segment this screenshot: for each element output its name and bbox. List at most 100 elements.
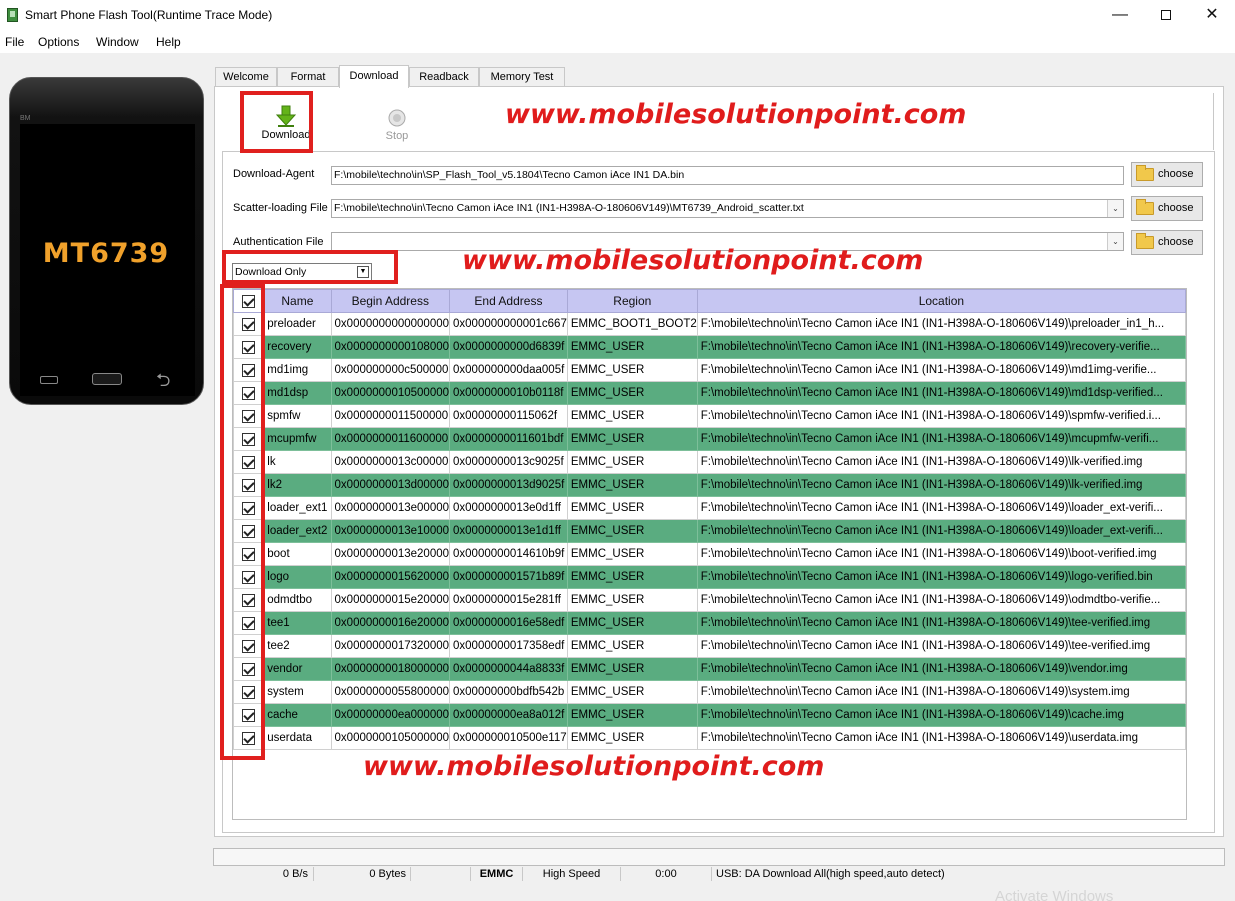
status-bar: 0 B/s 0 Bytes EMMC High Speed 0:00 USB: …	[213, 848, 1225, 881]
row-checkbox[interactable]	[242, 639, 256, 653]
row-checkbox-cell[interactable]	[232, 381, 265, 405]
table-row[interactable]: md1img 0x000000000c500000 0x000000000daa00…	[232, 358, 1187, 382]
table-row[interactable]: recovery 0x0000000000108000 0x0000000000d6…	[232, 335, 1187, 359]
end-address-cell: 0x000000010500e117	[449, 726, 568, 750]
download-mode-select[interactable]: Download Only ▼	[232, 263, 372, 281]
row-checkbox[interactable]	[242, 616, 256, 630]
row-checkbox-cell[interactable]	[232, 542, 265, 566]
row-checkbox[interactable]	[242, 340, 256, 354]
table-row[interactable]: userdata 0x0000000105000000 0x000000010500…	[232, 726, 1187, 750]
menu-window[interactable]: Window	[96, 35, 139, 49]
row-checkbox[interactable]	[242, 432, 256, 446]
begin-address-cell: 0x0000000015e20000	[330, 588, 451, 612]
choose-download-agent-button[interactable]: choose	[1131, 162, 1203, 187]
menu-help[interactable]: Help	[156, 35, 181, 49]
row-checkbox[interactable]	[242, 501, 256, 515]
table-row[interactable]: vendor 0x0000000018000000 0x0000000044a883…	[232, 657, 1187, 681]
row-checkbox-cell[interactable]	[232, 358, 265, 382]
col-location-header[interactable]: Location	[696, 289, 1187, 313]
tab-download[interactable]: Download	[339, 65, 409, 88]
download-button[interactable]: Download	[251, 99, 321, 157]
row-checkbox-cell[interactable]	[232, 496, 265, 520]
row-checkbox[interactable]	[242, 570, 256, 584]
download-agent-field[interactable]: F:\mobile\techno\in\SP_Flash_Tool_v5.180…	[331, 166, 1124, 185]
row-checkbox[interactable]	[242, 593, 256, 607]
table-row[interactable]: cache 0x00000000ea000000 0x00000000ea8a012…	[232, 703, 1187, 727]
row-checkbox-cell[interactable]	[232, 450, 265, 474]
table-row[interactable]: lk2 0x0000000013d00000 0x0000000013d9025f E…	[232, 473, 1187, 497]
close-button[interactable]: ✕	[1189, 0, 1235, 31]
row-checkbox[interactable]	[242, 731, 256, 745]
row-checkbox-cell[interactable]	[232, 611, 265, 635]
table-row[interactable]: spmfw 0x0000000011500000 0x00000000115062f…	[232, 404, 1187, 428]
row-checkbox[interactable]	[242, 478, 256, 492]
row-checkbox[interactable]	[242, 409, 256, 423]
begin-address-cell: 0x0000000013e10000	[330, 519, 451, 543]
row-checkbox[interactable]	[242, 547, 256, 561]
back-key-icon: ⮌	[156, 370, 171, 390]
row-checkbox[interactable]	[242, 685, 256, 699]
row-checkbox[interactable]	[242, 455, 256, 469]
col-begin-address-header[interactable]: Begin Address	[330, 289, 451, 313]
table-row[interactable]: tee2 0x0000000017320000 0x0000000017358edf…	[232, 634, 1187, 658]
table-row[interactable]: loader_ext2 0x0000000013e10000 0x000000001…	[232, 519, 1187, 543]
table-row[interactable]: logo 0x0000000015620000 0x000000001571b89f…	[232, 565, 1187, 589]
table-row[interactable]: boot 0x0000000013e20000 0x0000000014610b9f…	[232, 542, 1187, 566]
col-region-header[interactable]: Region	[566, 289, 698, 313]
row-checkbox[interactable]	[242, 386, 256, 400]
choose-scatter-button[interactable]: choose	[1131, 196, 1203, 221]
table-row[interactable]: odmdtbo 0x0000000015e20000 0x0000000015e28…	[232, 588, 1187, 612]
table-row[interactable]: system 0x0000000055800000 0x00000000bdfb54…	[232, 680, 1187, 704]
begin-address-cell: 0x0000000018000000	[330, 657, 451, 681]
partition-grid: Name Begin Address End Address Region Lo…	[232, 289, 1187, 750]
minimize-button[interactable]: —	[1097, 0, 1143, 31]
end-address-cell: 0x0000000013c9025f	[449, 450, 568, 474]
row-checkbox-cell[interactable]	[232, 312, 265, 336]
row-checkbox[interactable]	[242, 524, 256, 538]
select-all-checkbox[interactable]	[242, 295, 256, 309]
row-checkbox-cell[interactable]	[232, 726, 265, 750]
begin-address-cell: 0x0000000010500000	[330, 381, 451, 405]
scatter-file-combo[interactable]: F:\mobile\techno\in\Tecno Camon iAce IN1…	[331, 199, 1124, 218]
row-checkbox-cell[interactable]	[232, 473, 265, 497]
maximize-button[interactable]	[1143, 0, 1189, 31]
menu-options[interactable]: Options	[38, 35, 79, 49]
chevron-down-icon[interactable]: ⌄	[1107, 200, 1123, 217]
col-end-address-header[interactable]: End Address	[449, 289, 568, 313]
location-cell: F:\mobile\techno\in\Tecno Camon iAce IN1…	[696, 358, 1187, 382]
chevron-down-icon[interactable]: ⌄	[1107, 233, 1123, 250]
row-checkbox-cell[interactable]	[232, 565, 265, 589]
table-row[interactable]: lk 0x0000000013c00000 0x0000000013c9025f EM…	[232, 450, 1187, 474]
row-checkbox-cell[interactable]	[232, 519, 265, 543]
row-checkbox-cell[interactable]	[232, 634, 265, 658]
end-address-cell: 0x0000000015e281ff	[449, 588, 568, 612]
choose-auth-button[interactable]: choose	[1131, 230, 1203, 255]
row-checkbox-cell[interactable]	[232, 657, 265, 681]
col-name-header[interactable]: Name	[263, 289, 332, 313]
tab-format[interactable]: Format	[277, 67, 339, 87]
location-cell: F:\mobile\techno\in\Tecno Camon iAce IN1…	[696, 726, 1187, 750]
row-checkbox-cell[interactable]	[232, 588, 265, 612]
select-all-header[interactable]	[232, 289, 265, 313]
stop-button[interactable]: Stop	[369, 99, 425, 157]
row-checkbox[interactable]	[242, 317, 256, 331]
row-checkbox-cell[interactable]	[232, 703, 265, 727]
row-checkbox-cell[interactable]	[232, 404, 265, 428]
tab-readback[interactable]: Readback	[409, 67, 479, 87]
tab-memory-test[interactable]: Memory Test	[479, 67, 565, 87]
tab-welcome[interactable]: Welcome	[215, 67, 277, 87]
table-row[interactable]: tee1 0x0000000016e20000 0x0000000016e58edf…	[232, 611, 1187, 635]
menu-file[interactable]: File	[5, 35, 24, 49]
row-checkbox[interactable]	[242, 708, 256, 722]
partition-name-cell: md1dsp	[263, 381, 332, 405]
table-row[interactable]: mcupmfw 0x0000000011600000 0x0000000011601…	[232, 427, 1187, 451]
row-checkbox[interactable]	[242, 662, 256, 676]
row-checkbox-cell[interactable]	[232, 335, 265, 359]
row-checkbox[interactable]	[242, 363, 256, 377]
row-checkbox-cell[interactable]	[232, 427, 265, 451]
region-cell: EMMC_USER	[566, 358, 698, 382]
table-row[interactable]: preloader 0x0000000000000000 0x00000000000…	[232, 312, 1187, 336]
row-checkbox-cell[interactable]	[232, 680, 265, 704]
table-row[interactable]: md1dsp 0x0000000010500000 0x0000000010b011…	[232, 381, 1187, 405]
table-row[interactable]: loader_ext1 0x0000000013e00000 0x000000001…	[232, 496, 1187, 520]
